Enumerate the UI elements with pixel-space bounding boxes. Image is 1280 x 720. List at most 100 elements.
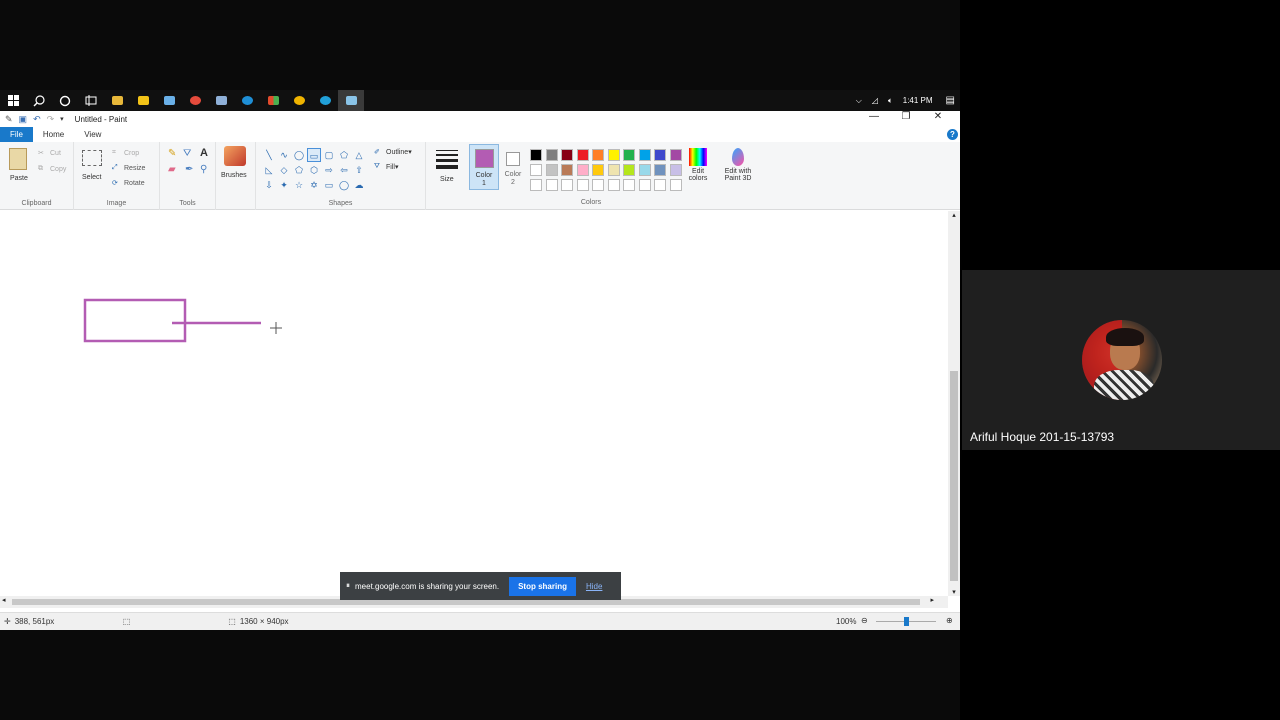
volume-icon[interactable]: 🔈︎ (888, 96, 893, 106)
pentagon-shape-icon[interactable]: ⬠ (292, 163, 306, 177)
callout-oval-icon[interactable]: ◯ (337, 178, 351, 192)
palette-swatch[interactable] (561, 164, 573, 176)
palette-swatch[interactable] (530, 179, 542, 191)
clock[interactable]: 1:41 PM (903, 96, 933, 105)
palette-swatch[interactable] (576, 164, 589, 176)
chrome-icon[interactable] (182, 90, 208, 111)
hexagon-shape-icon[interactable]: ⬡ (307, 163, 321, 177)
notes-app-icon[interactable] (156, 90, 182, 111)
palette-swatch[interactable] (561, 149, 573, 161)
tab-file[interactable]: File (0, 127, 33, 142)
document-app-icon[interactable] (208, 90, 234, 111)
palette-swatch[interactable] (530, 164, 542, 176)
fill-bucket-icon[interactable]: ⛛ (183, 148, 191, 159)
scroll-down-icon[interactable]: ▾ (948, 588, 960, 596)
palette-swatch[interactable] (623, 179, 635, 191)
minimize-button[interactable]: — (858, 111, 890, 122)
edit-colors-button[interactable]: Edit colors (684, 148, 712, 190)
stop-sharing-button[interactable]: Stop sharing (509, 576, 576, 596)
select-icon[interactable] (82, 150, 102, 166)
callout-cloud-icon[interactable]: ☁ (352, 178, 366, 192)
resize-button[interactable]: ⤢ Resize (112, 164, 145, 172)
text-tool-icon[interactable]: A (200, 147, 208, 159)
zoom-slider-thumb[interactable] (903, 617, 909, 626)
network-icon[interactable]: ◿ (872, 96, 878, 105)
crop-button[interactable]: ⌗ Crop (112, 149, 139, 157)
triangle-shape-icon[interactable]: △ (352, 148, 366, 162)
palette-swatch[interactable] (654, 164, 666, 176)
rounded-rect-shape-icon[interactable]: ▢ (322, 148, 336, 162)
task-view-icon[interactable] (78, 90, 104, 111)
palette-swatch[interactable] (669, 179, 682, 191)
four-point-star-icon[interactable]: ✦ (277, 178, 291, 192)
size-button[interactable]: Size (440, 176, 454, 183)
palette-swatch[interactable] (669, 164, 682, 176)
palette-swatch[interactable] (638, 164, 651, 176)
hide-button[interactable]: Hide (586, 582, 602, 591)
palette-swatch[interactable] (623, 149, 635, 161)
select-button[interactable]: Select (82, 174, 101, 181)
color-picker-icon[interactable]: ✒ (185, 164, 193, 175)
curve-shape-icon[interactable]: ∿ (277, 148, 291, 162)
down-arrow-shape-icon[interactable]: ⇩ (262, 178, 276, 192)
rectangle-shape-icon[interactable]: ▭ (307, 148, 321, 162)
windows-start-icon[interactable] (0, 90, 26, 111)
five-point-star-icon[interactable]: ☆ (292, 178, 306, 192)
eraser-icon[interactable]: ▰ (168, 164, 176, 175)
palette-swatch[interactable] (545, 179, 558, 191)
palette-swatch[interactable] (669, 149, 682, 161)
palette-swatch[interactable] (638, 149, 651, 161)
outline-button[interactable]: ✐ Outline ▾ (374, 148, 412, 157)
scroll-left-icon[interactable]: ◂ (2, 596, 6, 604)
palette-swatch[interactable] (638, 179, 651, 191)
copy-button[interactable]: ⧉ Copy (38, 165, 66, 173)
undo-icon[interactable]: ↶ (33, 114, 41, 125)
close-button[interactable]: ✕ (922, 111, 954, 122)
palette-swatch[interactable] (530, 149, 542, 161)
edge-icon-2[interactable] (312, 90, 338, 111)
palette-swatch[interactable] (592, 179, 604, 191)
palette-swatch[interactable] (592, 149, 604, 161)
scroll-up-icon[interactable]: ▴ (948, 211, 960, 219)
palette-swatch[interactable] (561, 179, 573, 191)
redo-icon[interactable]: ↷ (47, 114, 55, 125)
zoom-in-icon[interactable]: ⊕ (946, 616, 953, 625)
palette-swatch[interactable] (654, 179, 666, 191)
right-triangle-shape-icon[interactable]: ◺ (262, 163, 276, 177)
restore-button[interactable]: ❐ (890, 111, 922, 122)
right-arrow-shape-icon[interactable]: ⇨ (322, 163, 336, 177)
callout-rect-icon[interactable]: ▭ (322, 178, 336, 192)
palette-swatch[interactable] (607, 164, 620, 176)
chrome-icon-2[interactable] (286, 90, 312, 111)
fill-button[interactable]: ⛛ Fill ▾ (374, 163, 398, 171)
palette-swatch[interactable] (592, 164, 604, 176)
paste-icon[interactable] (9, 148, 27, 170)
rotate-button[interactable]: ⟳ Rotate (112, 179, 145, 188)
vertical-scroll-thumb[interactable] (950, 371, 958, 581)
paste-button[interactable]: Paste (10, 175, 28, 182)
notification-icon[interactable]: ▤ (946, 95, 955, 106)
size-icon[interactable] (436, 150, 458, 169)
diamond-shape-icon[interactable]: ◇ (277, 163, 291, 177)
cut-button[interactable]: ✂ Cut (38, 149, 61, 158)
drawing-canvas[interactable] (0, 211, 948, 604)
zoom-out-icon[interactable]: ⊖ (861, 616, 868, 625)
edge-icon[interactable] (234, 90, 260, 111)
search-icon[interactable] (26, 90, 52, 111)
brushes-button[interactable]: Brushes (221, 172, 247, 179)
magnifier-icon[interactable]: ⚲ (200, 164, 207, 175)
customize-qa-icon[interactable]: ▾ (60, 115, 64, 123)
oval-shape-icon[interactable]: ◯ (292, 148, 306, 162)
palette-swatch[interactable] (623, 164, 635, 176)
up-arrow-shape-icon[interactable]: ⇧ (352, 163, 366, 177)
sticky-app-icon[interactable] (130, 90, 156, 111)
left-arrow-shape-icon[interactable]: ⇦ (337, 163, 351, 177)
pencil-icon[interactable]: ✎ (168, 148, 176, 159)
six-point-star-icon[interactable]: ✡ (307, 178, 321, 192)
line-shape-icon[interactable]: ╲ (262, 148, 276, 162)
palette-swatch[interactable] (607, 179, 620, 191)
scroll-right-icon[interactable]: ▸ (930, 596, 934, 604)
tab-home[interactable]: Home (33, 127, 74, 142)
file-explorer-icon[interactable] (104, 90, 130, 111)
palette-swatch[interactable] (576, 179, 589, 191)
